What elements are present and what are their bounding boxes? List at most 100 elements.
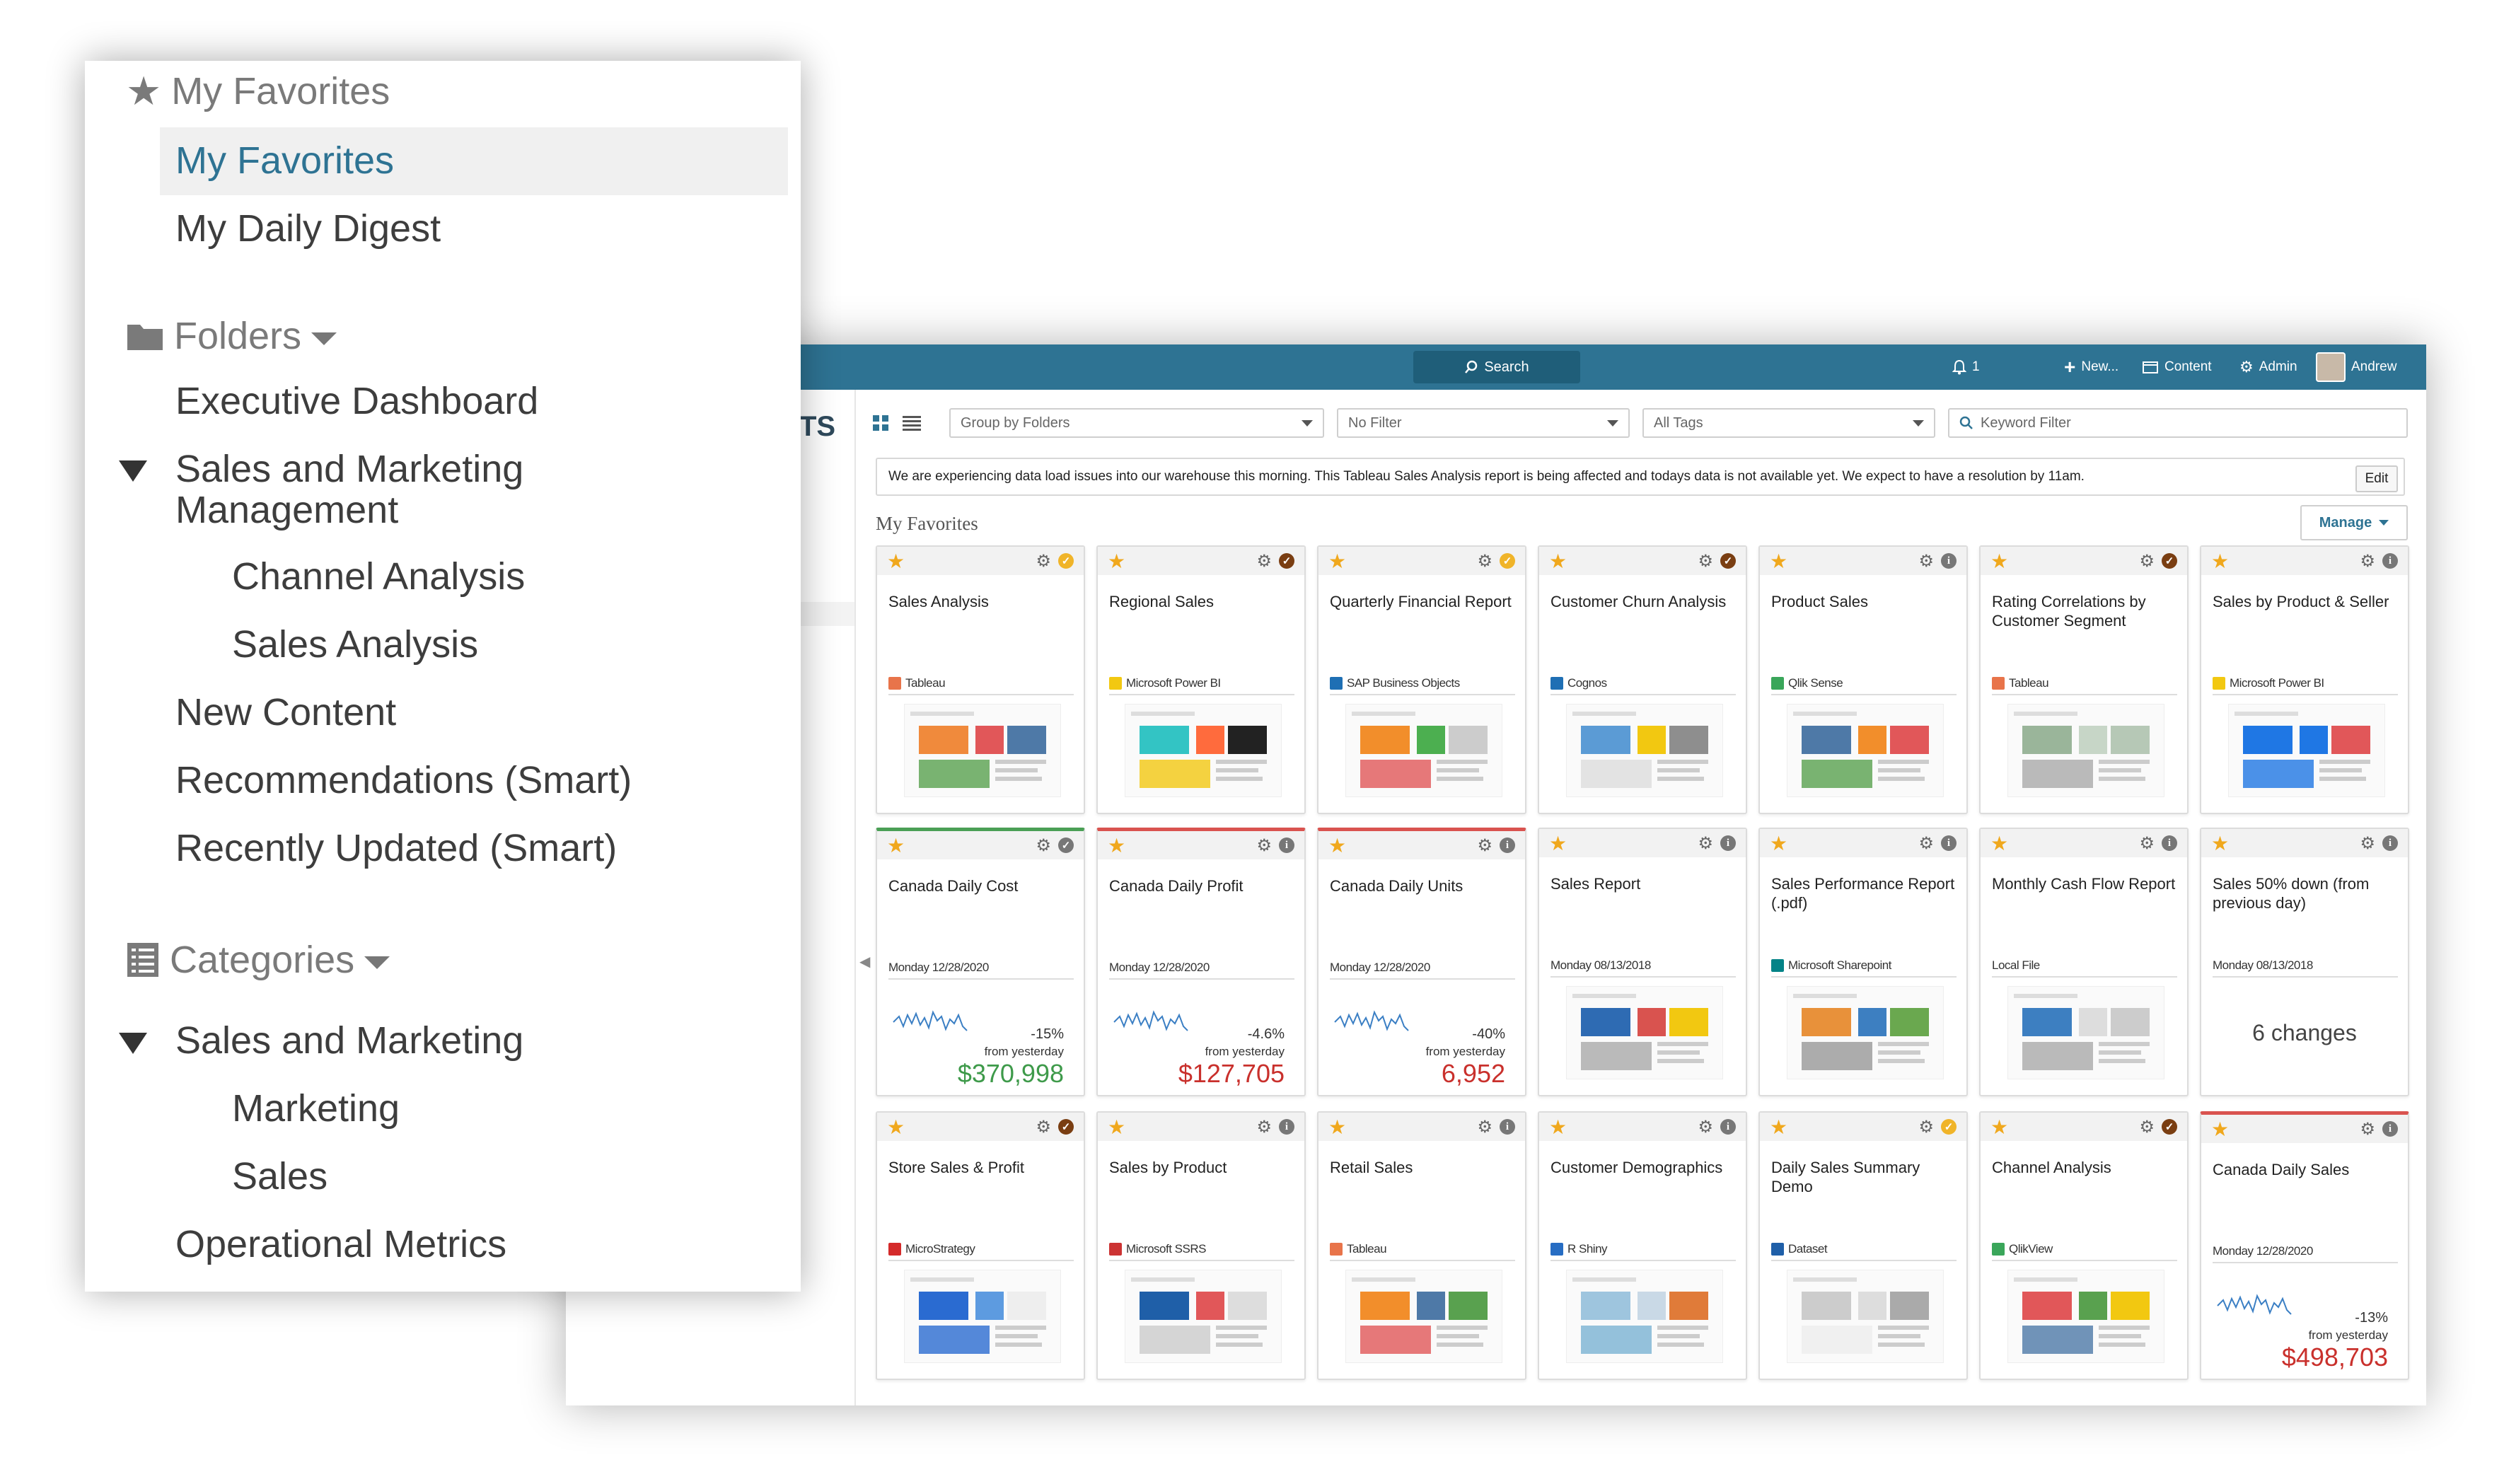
gear-icon[interactable]: ⚙ (1477, 1117, 1492, 1137)
info-icon[interactable]: i (1279, 837, 1294, 853)
report-card[interactable]: ★ ⚙ ✓ Regional Sales Microsoft Power BI (1096, 545, 1306, 814)
gear-icon[interactable]: ⚙ (1477, 835, 1492, 856)
gear-icon[interactable]: ⚙ (1256, 835, 1272, 856)
star-icon[interactable]: ★ (2211, 550, 2229, 573)
star-icon[interactable]: ★ (2211, 1118, 2229, 1141)
info-icon[interactable]: i (1500, 837, 1515, 853)
certified-check-icon[interactable]: ✓ (1279, 553, 1294, 569)
collapse-panel-icon[interactable]: ◀ (859, 953, 870, 970)
certified-check-icon[interactable]: ✓ (1500, 553, 1515, 569)
gear-icon[interactable]: ⚙ (1256, 551, 1272, 572)
info-icon[interactable]: i (1279, 1119, 1294, 1135)
report-card[interactable]: ★ ⚙ i Sales 50% down (from previous day) Mon… (2200, 828, 2409, 1096)
report-card[interactable]: ★ ⚙ i Customer Demographics R Shiny (1538, 1111, 1747, 1380)
star-icon[interactable]: ★ (1990, 1115, 2008, 1139)
sidebar-item-new-content[interactable]: New Content (175, 692, 396, 733)
star-icon[interactable]: ★ (1328, 834, 1346, 857)
filter-select[interactable]: No Filter (1337, 408, 1630, 438)
certified-check-icon[interactable]: ✓ (2162, 1119, 2177, 1135)
manage-button[interactable]: Manage (2300, 505, 2408, 540)
star-icon[interactable]: ★ (1108, 1115, 1125, 1139)
star-icon[interactable]: ★ (1770, 550, 1787, 573)
report-card[interactable]: ★ ⚙ ✓ Channel Analysis QlikView (1979, 1111, 2189, 1380)
sidebar-item-sales[interactable]: Sales (232, 1156, 328, 1197)
star-icon[interactable]: ★ (1990, 550, 2008, 573)
info-icon[interactable]: i (1941, 835, 1957, 851)
search-button[interactable]: Search (1413, 351, 1580, 383)
certified-check-icon[interactable]: ✓ (2162, 553, 2177, 569)
star-icon[interactable]: ★ (1108, 550, 1125, 573)
report-card[interactable]: ★ ⚙ i Retail Sales Tableau (1317, 1111, 1526, 1380)
report-card[interactable]: ★ ⚙ ✓ Rating Correlations by Customer Segme… (1979, 545, 2189, 814)
star-icon[interactable]: ★ (1549, 832, 1567, 855)
gear-icon[interactable]: ⚙ (1698, 551, 1713, 572)
info-icon[interactable]: i (1720, 1119, 1736, 1135)
star-icon[interactable]: ★ (887, 1115, 905, 1139)
gear-icon[interactable]: ⚙ (1036, 551, 1051, 572)
certified-check-icon[interactable]: ✓ (1720, 553, 1736, 569)
sidebar-item-marketing[interactable]: Marketing (232, 1088, 400, 1129)
sidebar-item-operational-metrics[interactable]: Operational Metrics (175, 1224, 506, 1265)
report-card[interactable]: ★ ⚙ ✓ Canada Daily Cost Monday 12/28/2020 -15… (876, 828, 1085, 1096)
certified-check-icon[interactable]: ✓ (1058, 1119, 1074, 1135)
star-icon[interactable]: ★ (1990, 832, 2008, 855)
gear-icon[interactable]: ⚙ (1698, 833, 1713, 854)
gear-icon[interactable]: ⚙ (1918, 1117, 1934, 1137)
notifications-button[interactable]: 1 (1952, 344, 1980, 390)
report-card[interactable]: ★ ⚙ i Sales by Product Microsoft SSRS (1096, 1111, 1306, 1380)
report-card[interactable]: ★ ⚙ i Monthly Cash Flow Report Local File (1979, 828, 2189, 1096)
certified-check-icon[interactable]: ✓ (1941, 1119, 1957, 1135)
group-by-select[interactable]: Group by Folders (949, 408, 1324, 438)
info-icon[interactable]: i (1720, 835, 1736, 851)
expand-triangle-icon[interactable] (119, 1033, 147, 1054)
tags-select[interactable]: All Tags (1642, 408, 1935, 438)
star-icon[interactable]: ★ (1770, 832, 1787, 855)
content-button[interactable]: Content (2142, 344, 2212, 390)
folders-header[interactable]: Folders (126, 314, 337, 358)
gear-icon[interactable]: ⚙ (1698, 1117, 1713, 1137)
star-icon[interactable]: ★ (887, 834, 905, 857)
sidebar-item-sales-and-marketing[interactable]: Sales and Marketing (175, 1020, 523, 1061)
new-button[interactable]: + New... (2064, 344, 2118, 390)
report-card[interactable]: ★ ⚙ i Canada Daily Units Monday 12/28/2020 -4… (1317, 828, 1526, 1096)
user-menu[interactable]: Andrew (2316, 344, 2396, 390)
report-card[interactable]: ★ ⚙ i Canada Daily Profit Monday 12/28/2020 -… (1096, 828, 1306, 1096)
info-icon[interactable]: i (2382, 553, 2398, 569)
report-card[interactable]: ★ ⚙ i Sales Performance Report (.pdf) Micros… (1758, 828, 1968, 1096)
star-icon[interactable]: ★ (1328, 550, 1346, 573)
keyword-filter-input[interactable]: Keyword Filter (1948, 408, 2408, 438)
star-icon[interactable]: ★ (1549, 1115, 1567, 1139)
report-card[interactable]: ★ ⚙ ✓ Daily Sales Summary Demo Dataset (1758, 1111, 1968, 1380)
gear-icon[interactable]: ⚙ (2139, 1117, 2155, 1137)
star-icon[interactable]: ★ (1108, 834, 1125, 857)
info-icon[interactable]: i (2382, 835, 2398, 851)
gear-icon[interactable]: ⚙ (1918, 551, 1934, 572)
star-icon[interactable]: ★ (1328, 1115, 1346, 1139)
info-icon[interactable]: i (1500, 1119, 1515, 1135)
gear-icon[interactable]: ⚙ (1036, 835, 1051, 856)
admin-button[interactable]: ⚙ Admin (2239, 344, 2297, 390)
report-card[interactable]: ★ ⚙ ✓ Quarterly Financial Report SAP Busines… (1317, 545, 1526, 814)
grid-view-icon[interactable] (870, 412, 891, 434)
sidebar-item-executive-dashboard[interactable]: Executive Dashboard (175, 381, 538, 422)
sidebar-item-my-favorites[interactable]: My Favorites (175, 140, 394, 181)
star-icon[interactable]: ★ (2211, 832, 2229, 855)
gear-icon[interactable]: ⚙ (1036, 1117, 1051, 1137)
gear-icon[interactable]: ⚙ (2360, 1119, 2375, 1140)
certified-check-icon[interactable]: ✓ (1058, 553, 1074, 569)
gear-icon[interactable]: ⚙ (2139, 833, 2155, 854)
edit-announcement-button[interactable]: Edit (2355, 465, 2398, 492)
gear-icon[interactable]: ⚙ (2139, 551, 2155, 572)
favorites-header[interactable]: ★ My Favorites (126, 68, 390, 115)
star-icon[interactable]: ★ (1770, 1115, 1787, 1139)
gear-icon[interactable]: ⚙ (1477, 551, 1492, 572)
gear-icon[interactable]: ⚙ (2360, 833, 2375, 854)
gear-icon[interactable]: ⚙ (1256, 1117, 1272, 1137)
info-icon[interactable]: i (2382, 1121, 2398, 1137)
sidebar-item-sales-analysis[interactable]: Sales Analysis (232, 624, 478, 665)
sidebar-item-recently-updated[interactable]: Recently Updated (Smart) (175, 828, 617, 869)
certified-check-icon[interactable]: ✓ (1058, 837, 1074, 853)
sidebar-item-recommendations[interactable]: Recommendations (Smart) (175, 760, 632, 801)
expand-triangle-icon[interactable] (119, 460, 147, 482)
gear-icon[interactable]: ⚙ (2360, 551, 2375, 572)
